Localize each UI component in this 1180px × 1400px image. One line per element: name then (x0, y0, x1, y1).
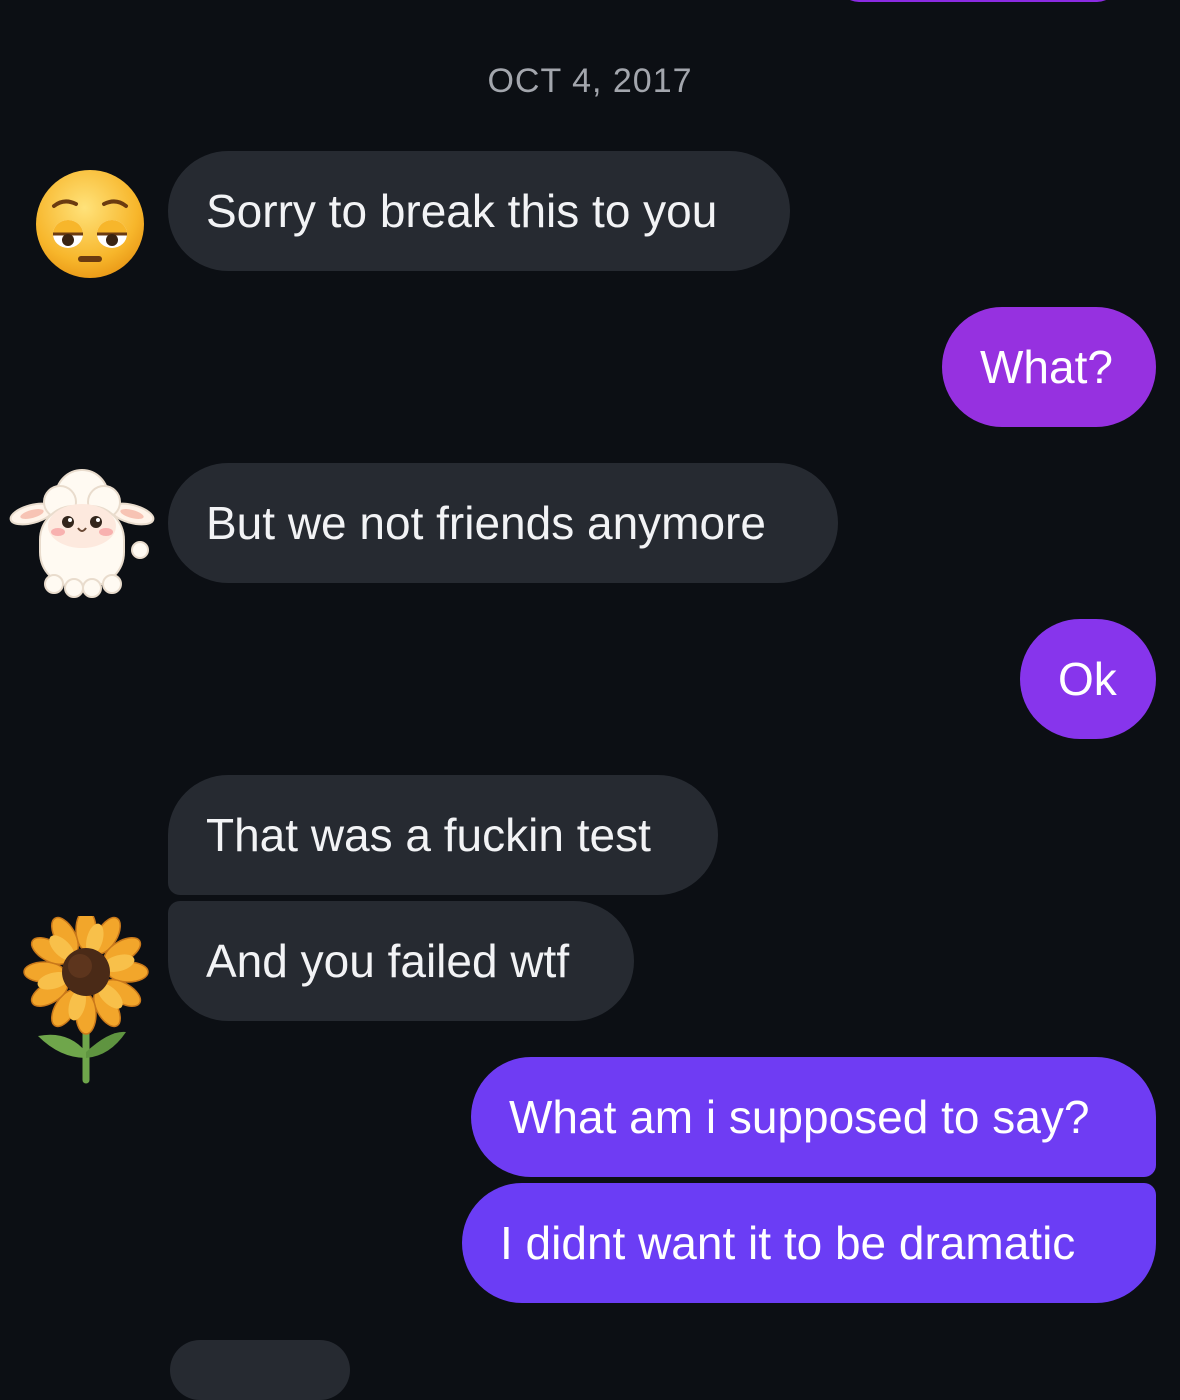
message-bubble-outgoing[interactable]: What? (942, 307, 1156, 427)
next-message-bubble-edge[interactable] (170, 1340, 350, 1400)
message-bubble-incoming[interactable]: And you failed wtf (168, 901, 634, 1021)
message-bubble-incoming[interactable]: Sorry to break this to you (168, 151, 790, 271)
date-separator: OCT 4, 2017 (487, 62, 693, 100)
previous-message-bubble-edge[interactable] (838, 0, 1118, 2)
message-bubble-outgoing[interactable]: I didnt want it to be dramatic (462, 1183, 1156, 1303)
sheep-avatar-icon[interactable] (8, 466, 156, 602)
sunflower-avatar-icon[interactable] (22, 909, 152, 1084)
message-bubble-incoming[interactable]: But we not friends anymore (168, 463, 838, 583)
pleading-face-avatar-icon[interactable] (34, 168, 146, 280)
message-bubble-incoming[interactable]: That was a fuckin test (168, 775, 718, 895)
message-bubble-outgoing[interactable]: What am i supposed to say? (471, 1057, 1156, 1177)
message-bubble-outgoing[interactable]: Ok (1020, 619, 1156, 739)
